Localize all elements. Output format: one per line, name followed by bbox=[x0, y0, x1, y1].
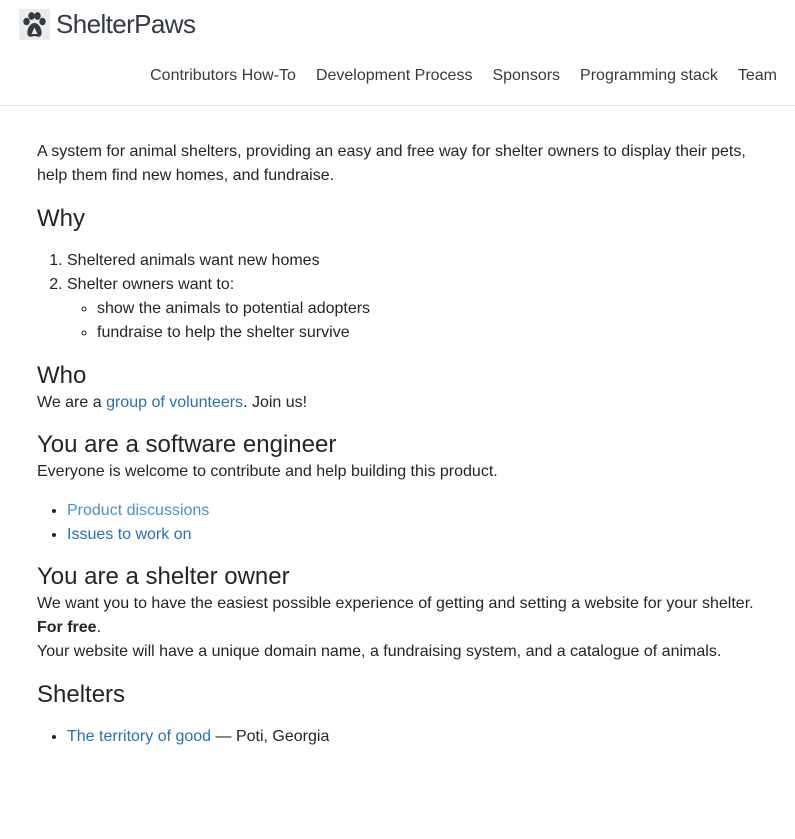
owner-text: We want you to have the easiest possible… bbox=[37, 595, 754, 636]
list-item: Product discussions bbox=[67, 499, 765, 523]
shelter-location: — Poti, Georgia bbox=[211, 728, 330, 745]
nav-team[interactable]: Team bbox=[738, 67, 777, 85]
engineer-links: Product discussions Issues to work on bbox=[37, 499, 765, 547]
brand-link[interactable]: ShelterPaws bbox=[19, 9, 196, 40]
list-item: show the animals to potential adopters bbox=[97, 297, 765, 321]
brand-name: ShelterPaws bbox=[56, 9, 196, 39]
engineer-text: Everyone is welcome to contribute and he… bbox=[37, 463, 498, 480]
shelters-list: The territory of good — Poti, Georgia bbox=[37, 725, 765, 749]
main-content: A system for animal shelters, providing … bbox=[0, 106, 795, 749]
list-item: Sheltered animals want new homes bbox=[67, 249, 765, 273]
nav-sponsors[interactable]: Sponsors bbox=[492, 67, 560, 85]
nav-contributors-how-to[interactable]: Contributors How-To bbox=[150, 67, 296, 85]
main-nav: Contributors How-To Development Process … bbox=[150, 67, 777, 85]
website-text: Your website will have a unique domain n… bbox=[37, 643, 722, 660]
list-item: The territory of good — Poti, Georgia bbox=[67, 725, 765, 749]
product-discussions-link[interactable]: Product discussions bbox=[67, 502, 209, 519]
section-title-engineer: You are a software engineer bbox=[37, 431, 337, 458]
shelter-link[interactable]: The territory of good bbox=[67, 728, 211, 745]
section-title-shelters: Shelters bbox=[37, 681, 126, 708]
list-item: Issues to work on bbox=[67, 523, 765, 547]
section-title-why: Why bbox=[37, 205, 85, 232]
site-header: ShelterPaws Contributors How-To Developm… bbox=[0, 0, 795, 106]
why-sublist: show the animals to potential adopters f… bbox=[67, 297, 765, 345]
why-list: Sheltered animals want new homes Shelter… bbox=[37, 249, 765, 345]
who-text: We are a group of volunteers. Join us! bbox=[37, 394, 308, 411]
nav-development-process[interactable]: Development Process bbox=[316, 67, 473, 85]
section-title-owner: You are a shelter owner bbox=[37, 563, 290, 590]
list-item: Shelter owners want to: show the animals… bbox=[67, 273, 765, 345]
section-title-who: Who bbox=[37, 362, 87, 389]
nav-programming-stack[interactable]: Programming stack bbox=[580, 67, 718, 85]
issues-link[interactable]: Issues to work on bbox=[67, 526, 192, 543]
volunteers-link[interactable]: group of volunteers bbox=[106, 394, 243, 411]
list-item: fundraise to help the shelter survive bbox=[97, 321, 765, 345]
intro-text: A system for animal shelters, providing … bbox=[37, 143, 746, 184]
paw-icon bbox=[19, 9, 50, 40]
